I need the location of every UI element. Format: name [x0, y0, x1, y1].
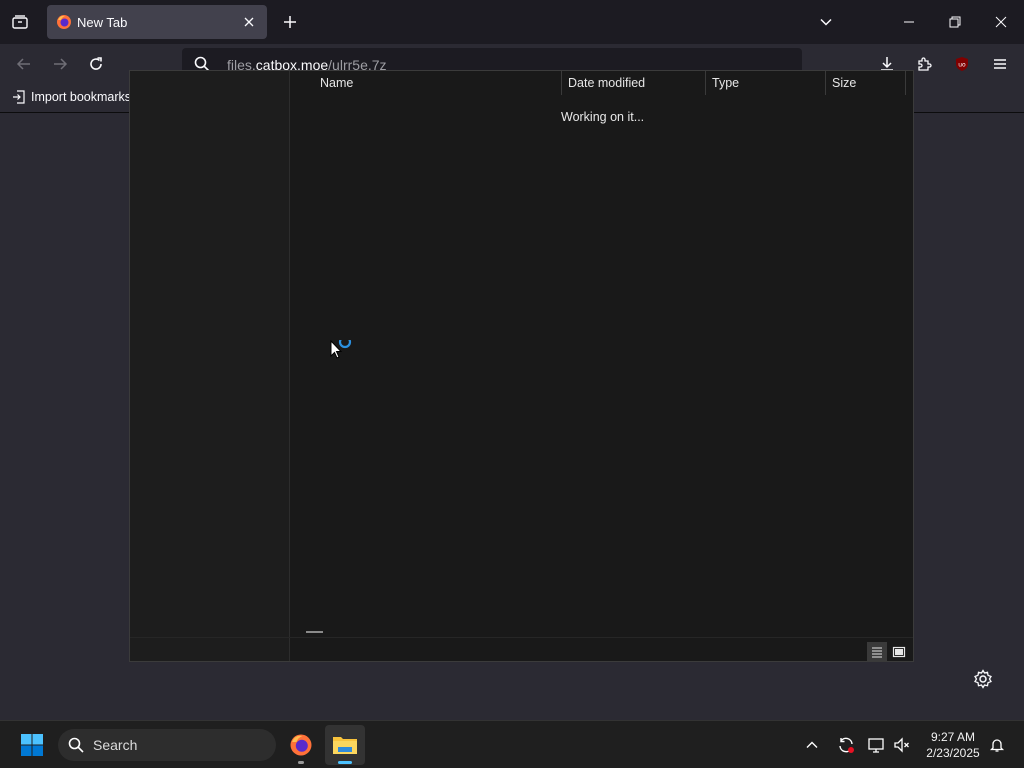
file-list-pane[interactable]: Name Date modified Type Size Working on …	[290, 71, 913, 661]
tab-strip: New Tab	[0, 0, 1024, 44]
tab-title: New Tab	[77, 15, 128, 30]
clock-date: 2/23/2025	[926, 746, 980, 760]
app-running-indicator	[298, 761, 304, 764]
dialog-status-bar	[130, 637, 913, 662]
new-tab-plus-icon[interactable]	[276, 8, 304, 36]
minimize-icon[interactable]	[886, 0, 932, 44]
taskbar-search-label: Search	[93, 737, 138, 753]
display-icon[interactable]	[862, 725, 890, 765]
back-arrow-icon[interactable]	[10, 50, 38, 78]
tray-chevron-icon[interactable]	[798, 725, 826, 765]
sync-icon[interactable]	[832, 725, 860, 765]
tab-list-icon[interactable]	[6, 8, 34, 36]
taskbar-search[interactable]: Search	[58, 729, 276, 761]
reload-icon[interactable]	[82, 50, 110, 78]
forward-arrow-icon[interactable]	[46, 50, 74, 78]
column-header-date-modified[interactable]: Date modified	[562, 71, 706, 95]
loading-status: Working on it...	[561, 110, 645, 124]
column-header-size[interactable]: Size	[826, 71, 906, 95]
search-icon	[68, 737, 84, 753]
clock-time: 9:27 AM	[930, 730, 976, 744]
close-icon[interactable]	[237, 10, 261, 34]
thumbnail-view-icon[interactable]	[889, 642, 909, 662]
import-icon	[12, 90, 26, 104]
notification-bell-icon[interactable]	[984, 725, 1010, 765]
column-header-row: Name Date modified Type Size	[290, 71, 906, 95]
chevron-down-icon[interactable]	[812, 8, 840, 36]
details-view-icon[interactable]	[867, 642, 887, 662]
horizontal-scrollbar[interactable]	[306, 631, 323, 633]
extensions-icon[interactable]	[910, 50, 938, 78]
file-dialog: Name Date modified Type Size Working on …	[129, 70, 914, 662]
svg-text:uo: uo	[958, 62, 966, 69]
close-window-icon[interactable]	[978, 0, 1024, 44]
import-bookmarks-button[interactable]: Import bookmarks	[12, 90, 131, 104]
column-header-type[interactable]: Type	[706, 71, 826, 95]
taskbar-clock[interactable]: 9:27 AM 2/23/2025	[918, 729, 988, 761]
windows-start-icon[interactable]	[12, 725, 52, 765]
navigation-pane[interactable]	[130, 71, 290, 661]
file-explorer-icon	[332, 734, 358, 756]
app-active-indicator	[338, 761, 352, 764]
firefox-logo-icon	[289, 733, 313, 757]
ublock-icon[interactable]: uo	[948, 50, 976, 78]
restore-icon[interactable]	[932, 0, 978, 44]
volume-muted-icon[interactable]	[888, 725, 916, 765]
column-header-name[interactable]: Name	[314, 71, 562, 95]
windows-taskbar: Search 9:27 AM 2/23/2025	[0, 720, 1024, 768]
busy-cursor-icon	[330, 340, 356, 362]
gear-icon[interactable]	[972, 668, 994, 690]
tab-new-tab[interactable]: New Tab	[47, 5, 267, 39]
hamburger-menu-icon[interactable]	[986, 50, 1014, 78]
taskbar-file-explorer[interactable]	[325, 725, 365, 765]
taskbar-firefox[interactable]	[281, 725, 321, 765]
import-bookmarks-label: Import bookmarks	[31, 90, 132, 104]
firefox-logo-icon	[56, 14, 72, 30]
